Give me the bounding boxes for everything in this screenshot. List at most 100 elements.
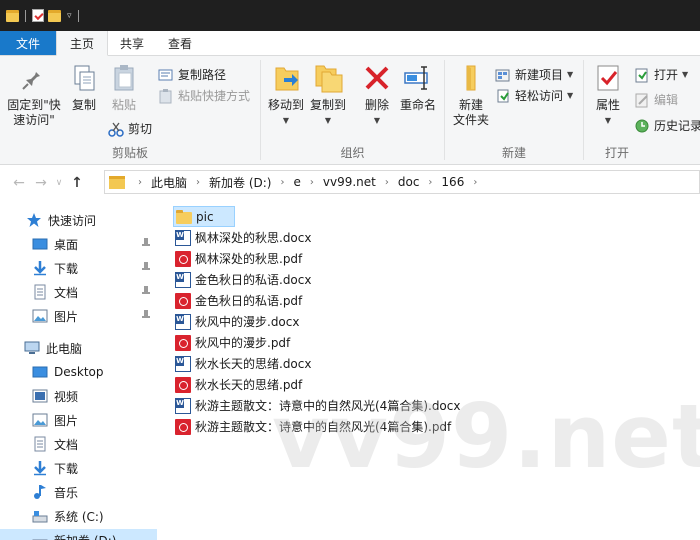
tab-home[interactable]: 主页 bbox=[56, 31, 108, 56]
pin-icon bbox=[18, 62, 50, 94]
list-item[interactable]: pic bbox=[173, 206, 235, 227]
chevron-down-icon: ▼ bbox=[324, 116, 332, 125]
new-folder-button[interactable]: 新建 文件夹 bbox=[449, 62, 493, 128]
chevron-right-icon[interactable]: › bbox=[468, 177, 482, 188]
breadcrumb-e[interactable]: e bbox=[289, 175, 304, 189]
properties-quick-icon[interactable] bbox=[32, 9, 44, 22]
nav-pc-music[interactable]: 音乐 bbox=[0, 481, 157, 503]
open-label: 打开 bbox=[654, 68, 679, 82]
nav-pc-downloads[interactable]: 下载 bbox=[0, 457, 157, 479]
edit-button[interactable]: 编辑 bbox=[634, 91, 678, 108]
list-item[interactable]: 秋水长天的思绪.docx bbox=[173, 353, 311, 374]
properties-label: 属性 bbox=[595, 98, 620, 112]
tab-share[interactable]: 共享 bbox=[108, 31, 156, 55]
list-item[interactable]: 金色秋日的私语.docx bbox=[173, 269, 311, 290]
pin-icon[interactable] bbox=[141, 286, 151, 298]
ribbon: 固定到"快 速访问" 复制 粘贴 复制路径 粘贴快捷方式 剪切 剪贴板 移动到 … bbox=[0, 56, 700, 165]
new-group: 新建 文件夹 新建项目 ▼ 轻松访问 ▼ 新建 bbox=[445, 56, 583, 165]
paste-shortcut-button[interactable]: 粘贴快捷方式 bbox=[158, 87, 250, 104]
chevron-down-icon: ▼ bbox=[373, 116, 381, 125]
nav-pc-drive-d-label: 新加卷 (D:) bbox=[54, 532, 116, 540]
chevron-right-icon[interactable]: › bbox=[191, 177, 205, 188]
recent-locations-chevron-icon[interactable]: ∨ bbox=[52, 178, 66, 188]
list-item[interactable]: 秋水长天的思绪.pdf bbox=[173, 374, 302, 395]
list-item[interactable]: 秋游主题散文：诗意中的自然风光(4篇合集).pdf bbox=[173, 416, 451, 437]
list-item[interactable]: 秋游主题散文：诗意中的自然风光(4篇合集).docx bbox=[173, 395, 460, 416]
breadcrumb-doc[interactable]: doc bbox=[394, 175, 424, 189]
delete-button[interactable]: 删除 ▼ bbox=[359, 62, 395, 128]
nav-pc-pictures-label: 图片 bbox=[54, 413, 79, 428]
navigation-pane: 快速访问 桌面 下载 文档 图片 此电脑 Desktop 视频 图片 文档 下载… bbox=[0, 200, 157, 540]
nav-qa-pictures-label: 图片 bbox=[54, 309, 79, 324]
move-to-button[interactable]: 移动到 ▼ bbox=[265, 62, 307, 128]
clipboard-paste-icon bbox=[108, 62, 140, 94]
rename-button[interactable]: 重命名 bbox=[397, 62, 439, 113]
address-bar[interactable]: › 此电脑 › 新加卷 (D:) › e › vv99.net › doc › … bbox=[104, 170, 700, 194]
cut-button[interactable]: 剪切 bbox=[108, 120, 152, 137]
chevron-right-icon[interactable]: › bbox=[423, 177, 437, 188]
copy-to-button[interactable]: 复制到 ▼ bbox=[307, 62, 349, 128]
nav-this-pc[interactable]: 此电脑 bbox=[0, 337, 157, 359]
open-group-label: 打开 bbox=[604, 146, 629, 160]
chevron-right-icon[interactable]: › bbox=[275, 177, 289, 188]
list-item[interactable]: 枫林深处的秋思.docx bbox=[173, 227, 311, 248]
word-document-icon bbox=[175, 271, 191, 288]
list-item[interactable]: 秋风中的漫步.pdf bbox=[173, 332, 290, 353]
pdf-document-icon bbox=[175, 418, 191, 435]
copy-button[interactable]: 复制 bbox=[66, 62, 102, 113]
easy-access-button[interactable]: 轻松访问 ▼ bbox=[495, 87, 573, 104]
breadcrumb-this-pc[interactable]: 此电脑 bbox=[147, 174, 191, 191]
title-bar: ▿ bbox=[0, 0, 700, 31]
chevron-down-icon: ▼ bbox=[567, 91, 574, 100]
forward-arrow-icon[interactable]: → bbox=[30, 175, 52, 191]
nav-qa-pictures[interactable]: 图片 bbox=[0, 305, 157, 327]
file-name: 秋游主题散文：诗意中的自然风光(4篇合集).pdf bbox=[195, 420, 452, 434]
nav-pc-pictures[interactable]: 图片 bbox=[0, 409, 157, 431]
nav-pc-videos[interactable]: 视频 bbox=[0, 385, 157, 407]
nav-quick-access[interactable]: 快速访问 bbox=[0, 209, 157, 231]
breadcrumb-166[interactable]: 166 bbox=[437, 175, 468, 189]
nav-pc-drive-d[interactable]: 新加卷 (D:) bbox=[0, 529, 157, 540]
open-button[interactable]: 打开 ▼ bbox=[634, 66, 688, 83]
nav-pc-videos-label: 视频 bbox=[54, 389, 79, 404]
nav-qa-desktop[interactable]: 桌面 bbox=[0, 233, 157, 255]
history-button[interactable]: 历史记录 bbox=[634, 117, 700, 134]
picture-icon bbox=[32, 308, 48, 324]
document-icon bbox=[32, 436, 48, 452]
pin-icon[interactable] bbox=[141, 262, 151, 274]
nav-pc-drive-c[interactable]: 系统 (C:) bbox=[0, 505, 157, 527]
new-item-button[interactable]: 新建项目 ▼ bbox=[495, 66, 573, 83]
chevron-right-icon[interactable]: › bbox=[133, 177, 147, 188]
pin-quick-access-button[interactable]: 固定到"快 速访问" bbox=[4, 62, 64, 128]
breadcrumb-drive-d[interactable]: 新加卷 (D:) bbox=[205, 174, 275, 191]
cut-label: 剪切 bbox=[128, 122, 153, 136]
up-arrow-icon[interactable]: ↑ bbox=[66, 175, 88, 191]
nav-qa-downloads[interactable]: 下载 bbox=[0, 257, 157, 279]
pin-icon[interactable] bbox=[141, 238, 151, 250]
nav-pc-downloads-label: 下载 bbox=[54, 461, 79, 476]
list-item[interactable]: 秋风中的漫步.docx bbox=[173, 311, 299, 332]
new-folder-quick-icon[interactable] bbox=[48, 9, 61, 22]
file-name: pic bbox=[196, 209, 214, 224]
tab-file[interactable]: 文件 bbox=[0, 31, 56, 55]
breadcrumb-vv99[interactable]: vv99.net bbox=[319, 175, 380, 189]
list-item[interactable]: 金色秋日的私语.pdf bbox=[173, 290, 302, 311]
chevron-right-icon[interactable]: › bbox=[305, 177, 319, 188]
tab-view[interactable]: 查看 bbox=[156, 31, 204, 55]
list-item[interactable]: 枫林深处的秋思.pdf bbox=[173, 248, 302, 269]
nav-pc-documents[interactable]: 文档 bbox=[0, 433, 157, 455]
paste-button[interactable]: 粘贴 bbox=[106, 62, 142, 113]
nav-pc-desktop[interactable]: Desktop bbox=[0, 361, 157, 383]
properties-button[interactable]: 属性 ▼ bbox=[590, 62, 626, 128]
organize-group: 移动到 ▼ 复制到 ▼ 删除 ▼ 重命名 组织 bbox=[261, 56, 444, 165]
pin-icon[interactable] bbox=[141, 310, 151, 322]
toolbar-separator bbox=[25, 9, 26, 22]
chevron-down-icon: ▼ bbox=[682, 70, 689, 79]
back-arrow-icon[interactable]: ← bbox=[8, 175, 30, 191]
copy-path-button[interactable]: 复制路径 bbox=[158, 66, 226, 83]
clipboard-group-label: 剪贴板 bbox=[111, 146, 148, 160]
copy-icon bbox=[68, 62, 100, 94]
chevron-right-icon[interactable]: › bbox=[380, 177, 394, 188]
customize-toolbar-chevron-icon[interactable]: ▿ bbox=[67, 11, 72, 21]
nav-qa-documents[interactable]: 文档 bbox=[0, 281, 157, 303]
